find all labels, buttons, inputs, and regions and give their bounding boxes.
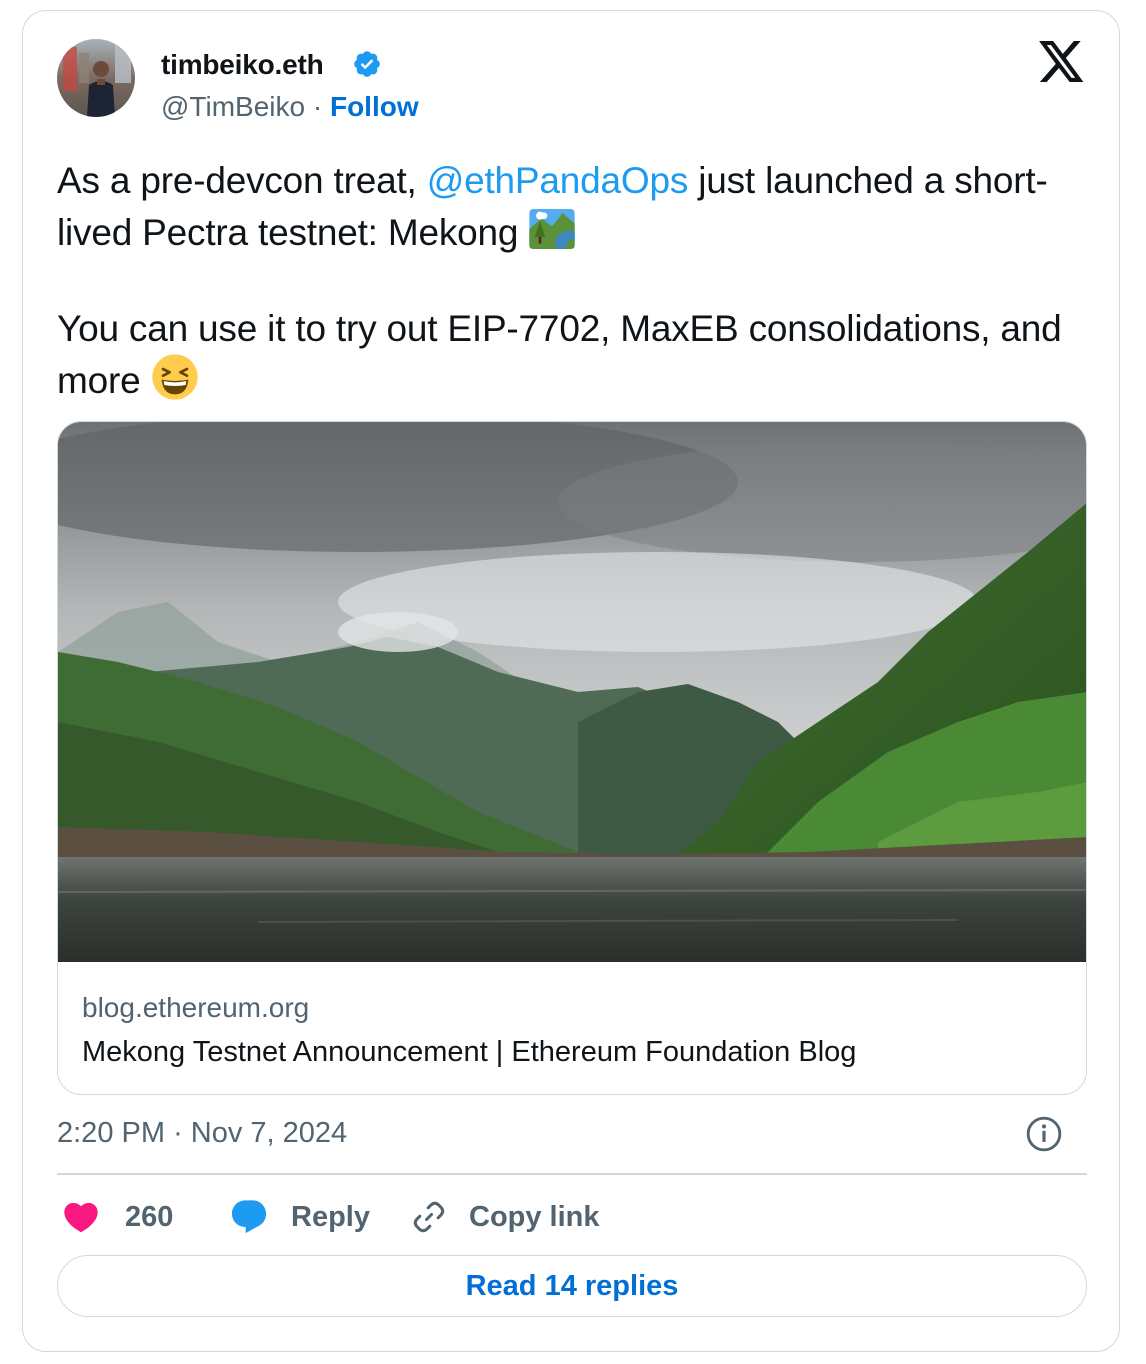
info-icon[interactable] [1025, 1115, 1063, 1153]
follow-button[interactable]: Follow [330, 91, 419, 122]
like-button[interactable]: 260 [61, 1195, 173, 1239]
x-logo-icon[interactable] [1039, 41, 1085, 83]
handle-row: @TimBeiko · Follow [161, 91, 419, 123]
timestamp-separator: · [173, 1117, 183, 1149]
grinning-squinting-face-emoji-icon [151, 354, 198, 400]
tweet-text-line-2: You can use it to try out EIP-7702, MaxE… [57, 308, 1062, 401]
handle[interactable]: @TimBeiko [161, 91, 305, 122]
tweet-date: Nov 7, 2024 [190, 1117, 348, 1149]
like-count: 260 [125, 1200, 174, 1233]
tweet-embed-card: timbeiko.eth @TimBeiko · Follow As a pre… [22, 10, 1120, 1352]
tweet-text-part: As a pre-devcon treat, [57, 160, 427, 201]
reply-label: Reply [291, 1200, 370, 1233]
link-domain: blog.ethereum.org [82, 992, 310, 1023]
link-preview-image [58, 422, 1086, 962]
verified-badge-icon [354, 51, 380, 77]
link-icon [413, 1201, 445, 1233]
display-name[interactable]: timbeiko.eth [161, 49, 324, 81]
tweet-timestamp[interactable]: 2:20 PM · Nov 7, 2024 [57, 1117, 347, 1150]
copy-link-button[interactable]: Copy link [409, 1195, 600, 1239]
copy-link-label: Copy link [469, 1200, 600, 1233]
avatar[interactable] [57, 39, 135, 117]
tweet-time: 2:20 PM [57, 1117, 165, 1149]
tweet-text: As a pre-devcon treat, @ethPandaOps just… [57, 157, 1097, 405]
reply-button[interactable]: Reply [229, 1195, 370, 1239]
heart-icon [64, 1202, 98, 1233]
read-replies-button[interactable]: Read 14 replies [57, 1255, 1087, 1317]
reply-bubble-icon [231, 1200, 267, 1234]
link-preview-card[interactable]: blog.ethereum.org Mekong Testnet Announc… [57, 421, 1087, 1095]
handle-separator: · [312, 91, 323, 122]
national-park-emoji-icon [529, 209, 576, 249]
divider [57, 1173, 1087, 1175]
mention-link[interactable]: @ethPandaOps [427, 160, 689, 201]
link-title: Mekong Testnet Announcement | Ethereum F… [82, 1036, 857, 1068]
